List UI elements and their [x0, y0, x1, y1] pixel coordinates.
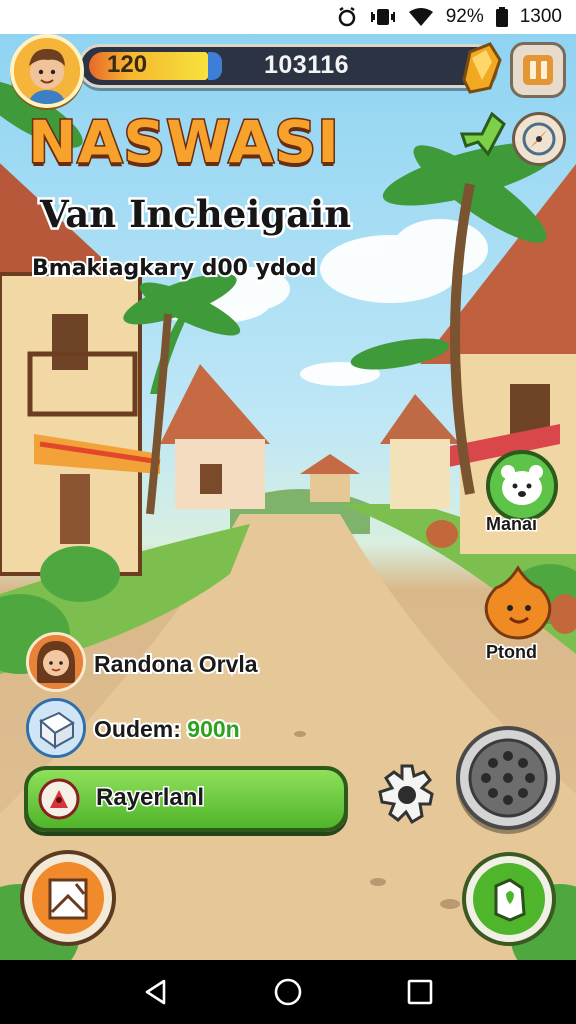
alarm-icon [338, 6, 355, 27]
player-portrait[interactable] [26, 632, 86, 692]
recents-icon [407, 979, 433, 1005]
map-pin-icon [473, 863, 545, 935]
system-nav-bar [0, 960, 576, 1024]
npc-label-bear: Manaı [484, 513, 538, 536]
resource-label: Oudem: [92, 714, 183, 744]
pause-icon [523, 55, 553, 85]
compass-button[interactable] [512, 112, 566, 166]
joystick-button[interactable] [456, 726, 560, 830]
resource-readout: Oudem: 900n [92, 714, 242, 744]
scroll-box-icon [29, 701, 83, 755]
battery-percent: 92% [445, 6, 484, 27]
nav-recents-button[interactable] [400, 972, 440, 1012]
back-icon [145, 979, 166, 1005]
gold-gem-icon[interactable] [456, 40, 504, 96]
nav-back-button[interactable] [136, 972, 176, 1012]
player-name: Randona Orvla [92, 649, 260, 679]
journal-icon [32, 862, 104, 934]
resource-icon-frame [26, 698, 86, 758]
action-button-label: Rayerlanl [94, 783, 205, 813]
hud-bar: 120 103116 [78, 44, 498, 88]
resource-value: 900n [185, 714, 241, 744]
girl-face-icon [29, 635, 83, 689]
battery-icon [495, 7, 508, 27]
xp-bar-cap [208, 52, 222, 80]
action-button[interactable]: Rayerlanl [24, 766, 348, 832]
green-arrow-icon[interactable] [458, 106, 508, 158]
clock: 1300 [519, 6, 562, 27]
status-bar: 92% 1300 [0, 0, 576, 34]
flame-creature-icon[interactable] [478, 562, 558, 642]
game-title: NASWASI [27, 107, 341, 178]
level-counter: 120 [107, 51, 148, 78]
nav-home-button[interactable] [268, 972, 308, 1012]
compass-rose-icon [38, 778, 80, 820]
home-icon [274, 978, 302, 1006]
inventory-button[interactable] [20, 850, 116, 946]
game-scene[interactable]: 120 103116 NASWASI Van Incheigain Bmakia… [0, 34, 576, 960]
wifi-icon [408, 8, 433, 26]
joystick-icon [468, 738, 548, 818]
pause-button[interactable] [510, 42, 566, 98]
compass-icon [522, 122, 556, 156]
vibrate-icon [370, 9, 395, 25]
map-button[interactable] [462, 852, 556, 946]
game-subtitle: Van Incheigain [37, 190, 353, 239]
gear-icon[interactable] [374, 762, 440, 828]
player-avatar[interactable] [10, 34, 84, 108]
boy-face-icon [14, 38, 80, 104]
npc-label-flame: Ptond [485, 641, 539, 664]
coin-counter: 103116 [264, 51, 350, 79]
game-tagline: Bmakiagkary d00 ydod [30, 254, 319, 283]
